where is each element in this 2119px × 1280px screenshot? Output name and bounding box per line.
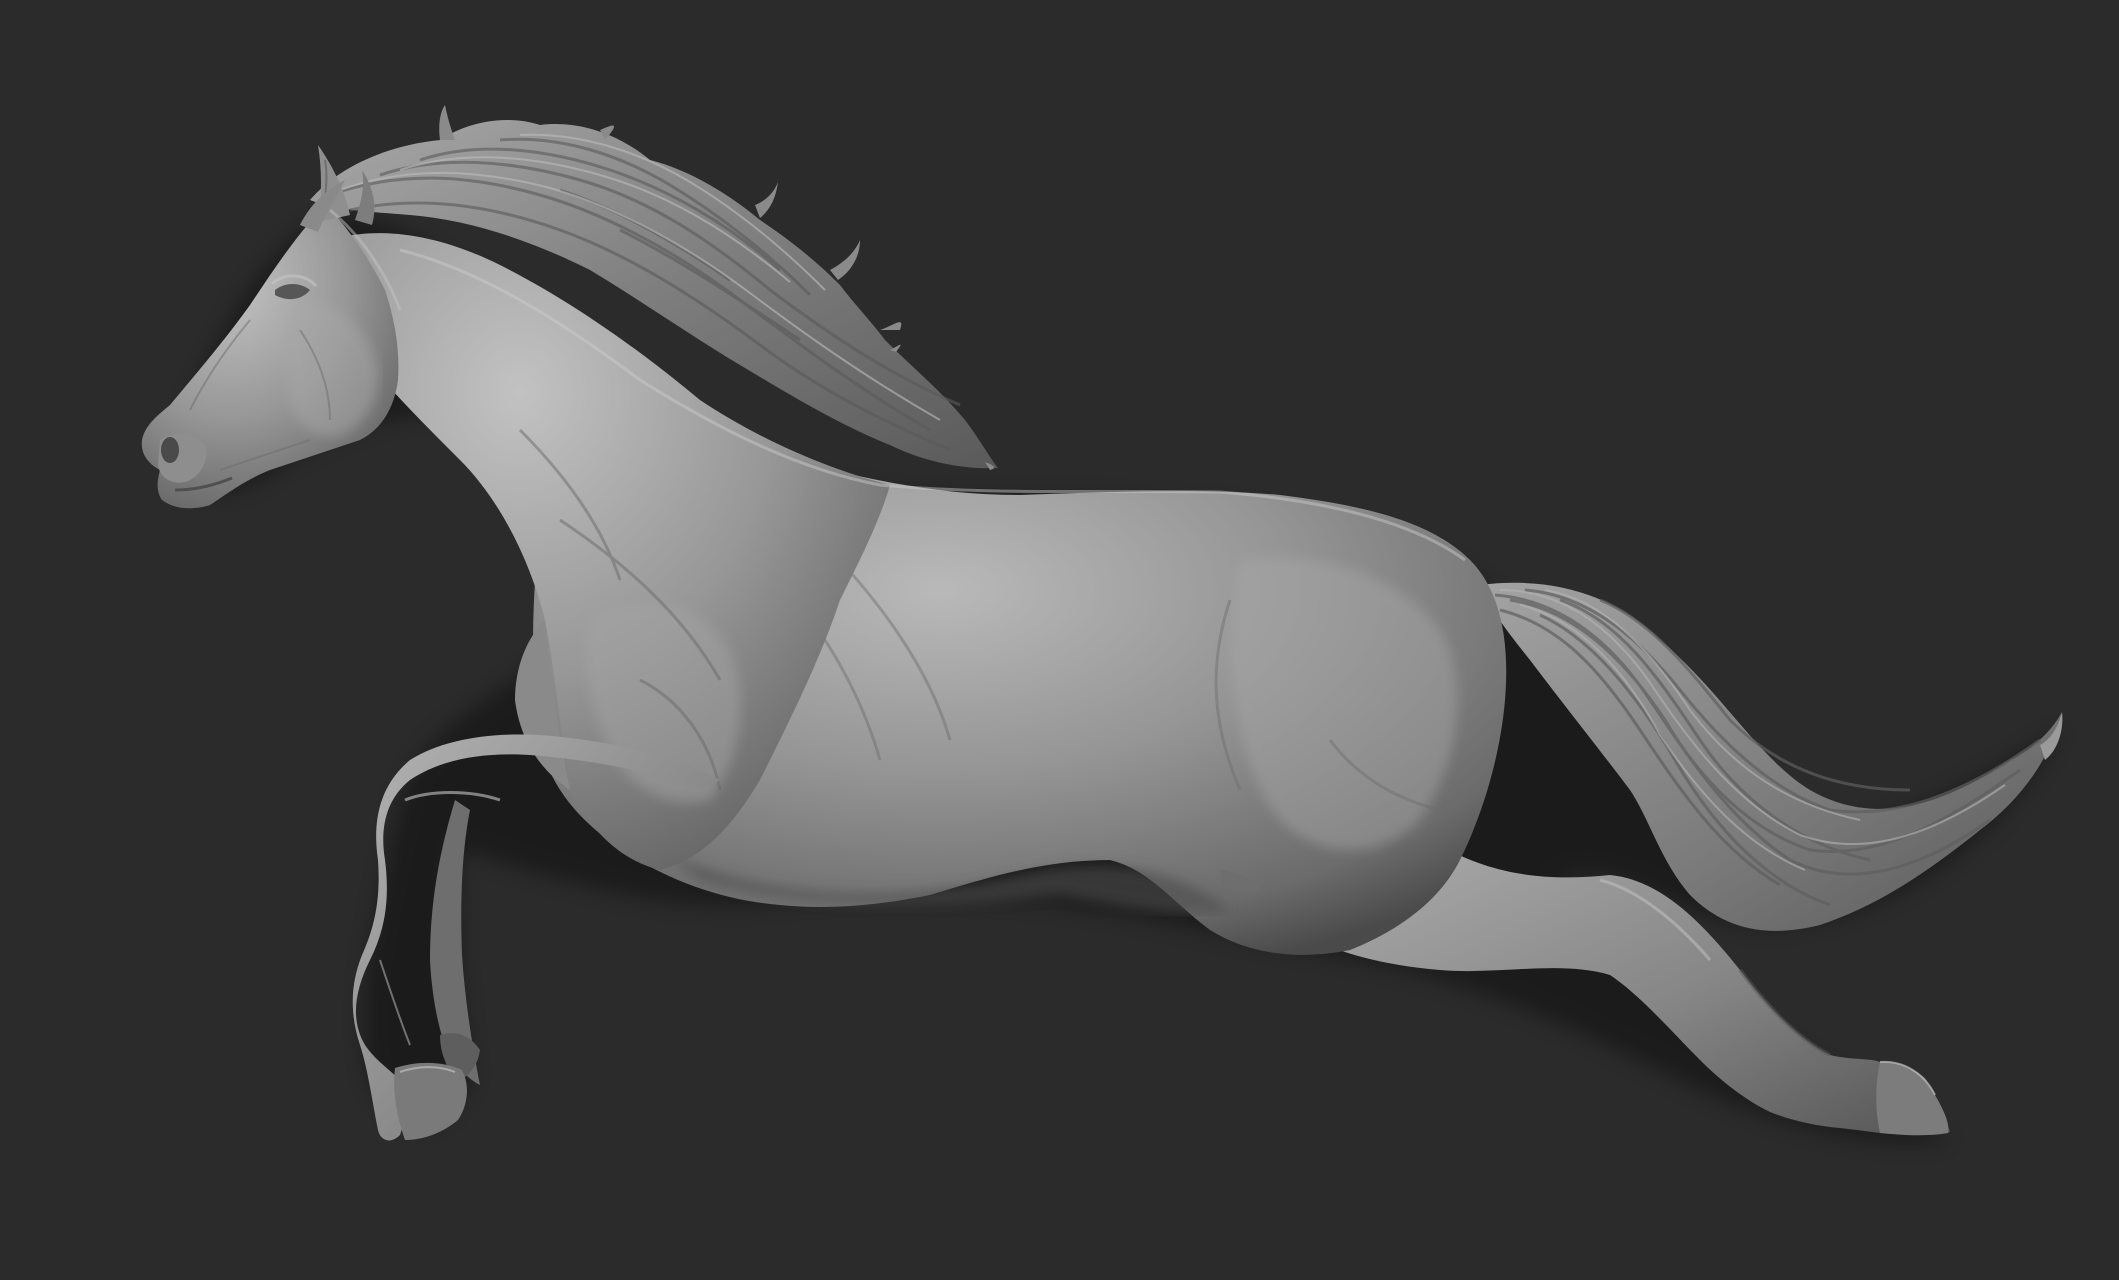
horse-sculpture (141, 105, 2063, 1143)
nostril (161, 437, 179, 463)
horse-head (141, 145, 402, 509)
sculpt-viewport[interactable] (0, 0, 2119, 1280)
